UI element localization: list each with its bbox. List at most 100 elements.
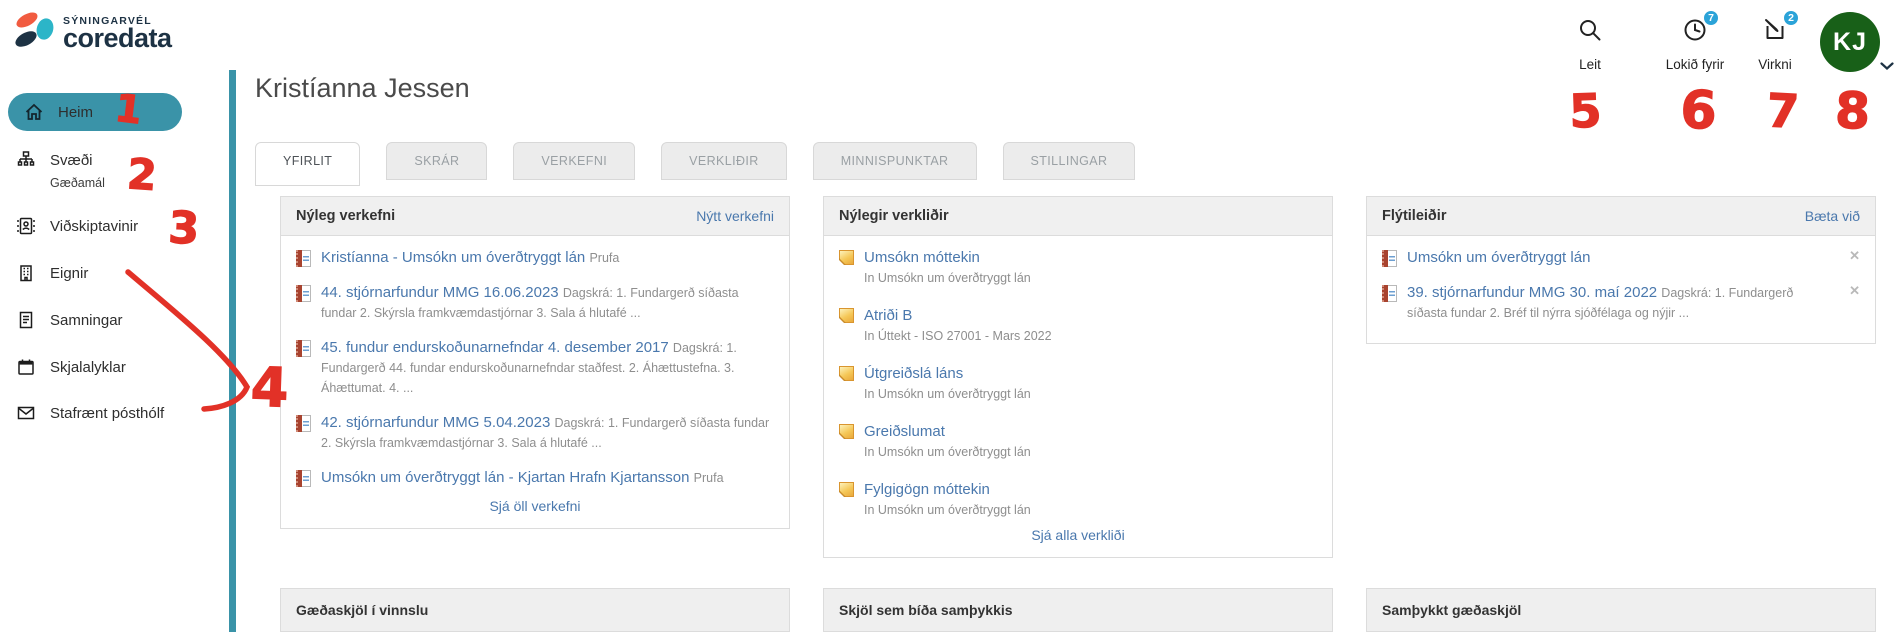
shortcut-item: Umsókn um óverðtryggt lán ✕ [1382, 248, 1860, 268]
calendar-icon [14, 357, 38, 377]
tab-verklidir[interactable]: VERKLIÐIR [661, 142, 787, 180]
contacts-icon [14, 216, 38, 236]
task-link[interactable]: Atriði B [864, 307, 912, 324]
task-link[interactable]: Fylgigögn móttekin [864, 481, 990, 498]
task-note-icon [839, 424, 854, 439]
task-item: Atriði B In Úttekt - ISO 27001 - Mars 20… [839, 306, 1317, 343]
task-context: In Umsókn um óverðtryggt lán [864, 503, 1031, 517]
project-link[interactable]: 44. stjórnarfundur MMG 16.06.2023 [321, 284, 559, 301]
task-context: In Umsókn um óverðtryggt lán [864, 387, 1031, 401]
see-all-projects-link[interactable]: Sjá öll verkefni [296, 498, 774, 514]
project-meta: Prufa [589, 251, 619, 265]
task-note-icon [839, 250, 854, 265]
tab-yfirlit[interactable]: YFIRLIT [255, 142, 360, 186]
task-note-icon [839, 366, 854, 381]
logo-mark-icon [14, 8, 56, 57]
building-icon [14, 263, 38, 283]
see-all-tasks-link[interactable]: Sjá alla verkliði [839, 527, 1317, 543]
panel-title: Nýlegir verkliðir [839, 208, 949, 224]
task-item: Útgreiðslá láns In Umsókn um óverðtryggt… [839, 364, 1317, 401]
project-link[interactable]: Kristíanna - Umsókn um óverðtryggt lán [321, 249, 585, 266]
project-doc-icon [296, 285, 311, 302]
sidebar-item-svaedi[interactable]: Svæði [14, 150, 93, 170]
tab-skrar[interactable]: SKRÁR [386, 142, 487, 180]
shortcut-link[interactable]: Umsókn um óverðtryggt lán [1407, 249, 1590, 266]
shortcuts-panel: Flýtileiðir Bæta við Umsókn um óverðtryg… [1366, 196, 1876, 344]
shortcut-link[interactable]: 39. stjórnarfundur MMG 30. maí 2022 [1407, 284, 1657, 301]
sidebar-item-stafraent-posthoolf[interactable]: Stafrænt pósthólf [14, 403, 164, 423]
task-link[interactable]: Umsókn móttekin [864, 249, 980, 266]
recent-projects-panel: Nýleg verkefni Nýtt verkefni Kristíanna … [280, 196, 790, 529]
envelope-icon [14, 403, 38, 423]
sidebar-item-vidskiptavinir[interactable]: Viðskiptavinir [14, 216, 138, 236]
task-note-icon [839, 482, 854, 497]
sitemap-icon [14, 150, 38, 170]
task-link[interactable]: Útgreiðslá láns [864, 365, 963, 382]
task-note-icon [839, 308, 854, 323]
panel-title: Flýtileiðir [1382, 208, 1446, 224]
sidebar-item-label: Heim [58, 104, 93, 121]
sidebar-item-label: Skjalalyklar [50, 359, 126, 376]
project-item: Kristíanna - Umsókn um óverðtryggt lán P… [296, 248, 774, 268]
avatar[interactable]: KJ [1820, 12, 1880, 72]
document-icon [14, 310, 38, 330]
remove-shortcut-button[interactable]: ✕ [1841, 248, 1860, 264]
task-context: In Úttekt - ISO 27001 - Mars 2022 [864, 329, 1052, 343]
shortcut-item: 39. stjórnarfundur MMG 30. maí 2022 Dags… [1382, 283, 1860, 323]
sidebar-item-label: Viðskiptavinir [50, 218, 138, 235]
user-menu[interactable]: KJ [1820, 12, 1880, 72]
project-meta: Prufa [694, 471, 724, 485]
home-icon [22, 102, 46, 122]
approved-quality-docs-panel: Samþykkt gæðaskjöl [1366, 588, 1876, 632]
task-item: Umsókn móttekin In Umsókn um óverðtryggt… [839, 248, 1317, 285]
panel-title: Nýleg verkefni [296, 208, 395, 224]
task-context: In Umsókn um óverðtryggt lán [864, 445, 1031, 459]
project-doc-icon [1382, 250, 1397, 267]
task-link[interactable]: Greiðslumat [864, 423, 945, 440]
recent-tasks-panel: Nýlegir verkliðir Umsókn móttekin In Ums… [823, 196, 1333, 558]
project-doc-icon [296, 470, 311, 487]
sidebar-item-label: Samningar [50, 312, 123, 329]
remove-shortcut-button[interactable]: ✕ [1841, 283, 1860, 299]
sidebar-subitem-gaedamal[interactable]: Gæðamál [50, 176, 105, 190]
done-badge: 7 [1702, 9, 1720, 27]
project-doc-icon [1382, 285, 1397, 302]
project-link[interactable]: Umsókn um óverðtryggt lán - Kjartan Hraf… [321, 469, 690, 486]
project-doc-icon [296, 340, 311, 357]
sidebar-item-heim[interactable]: Heim [8, 93, 182, 131]
task-item: Fylgigögn móttekin In Umsókn um óverðtry… [839, 480, 1317, 517]
done-for-button[interactable]: 7 Lokið fyrir [1648, 18, 1742, 72]
sidebar-item-label: Eignir [50, 265, 88, 282]
tab-verkefni[interactable]: VERKEFNI [513, 142, 635, 180]
project-link[interactable]: 45. fundur endurskoðunarnefndar 4. desem… [321, 339, 669, 356]
search-button[interactable]: Leit [1562, 18, 1618, 72]
tab-bar: YFIRLIT SKRÁR VERKEFNI VERKLIÐIR MINNISP… [255, 142, 1896, 180]
search-icon [1577, 17, 1603, 48]
sidebar-item-label: Stafrænt pósthólf [50, 405, 164, 422]
tab-stillingar[interactable]: STILLINGAR [1003, 142, 1136, 180]
project-item: 44. stjórnarfundur MMG 16.06.2023 Dagskr… [296, 283, 774, 323]
docs-awaiting-approval-panel: Skjöl sem bíða samþykkis [823, 588, 1333, 632]
task-context: In Umsókn um óverðtryggt lán [864, 271, 1031, 285]
page-title: Kristíanna Jessen [255, 73, 1896, 104]
project-item: 45. fundur endurskoðunarnefndar 4. desem… [296, 338, 774, 398]
tab-minnispunktar[interactable]: MINNISPUNKTAR [813, 142, 977, 180]
project-item: 42. stjórnarfundur MMG 5.04.2023 Dagskrá… [296, 413, 774, 453]
task-item: Greiðslumat In Umsókn um óverðtryggt lán [839, 422, 1317, 459]
sidebar-item-skjalalyklar[interactable]: Skjalalyklar [14, 357, 126, 377]
sidebar: SÝNINGARVÉL coredata Heim Svæði Gæðamál [0, 0, 230, 632]
project-link[interactable]: 42. stjórnarfundur MMG 5.04.2023 [321, 414, 550, 431]
sidebar-item-eignir[interactable]: Eignir [14, 263, 88, 283]
project-doc-icon [296, 250, 311, 267]
add-shortcut-link[interactable]: Bæta við [1805, 208, 1860, 224]
activity-button[interactable]: 2 Virkni [1745, 18, 1805, 72]
new-project-link[interactable]: Nýtt verkefni [696, 208, 774, 224]
sidebar-item-samningar[interactable]: Samningar [14, 310, 123, 330]
activity-badge: 2 [1782, 9, 1800, 27]
project-item: Umsókn um óverðtryggt lán - Kjartan Hraf… [296, 468, 774, 488]
quality-docs-in-progress-panel: Gæðaskjöl í vinnslu [280, 588, 790, 632]
app-logo[interactable]: SÝNINGARVÉL coredata [14, 8, 172, 57]
logo-brand: coredata [63, 26, 172, 51]
main-content: Kristíanna Jessen YFIRLIT SKRÁR VERKEFNI… [230, 70, 1896, 632]
project-doc-icon [296, 415, 311, 432]
